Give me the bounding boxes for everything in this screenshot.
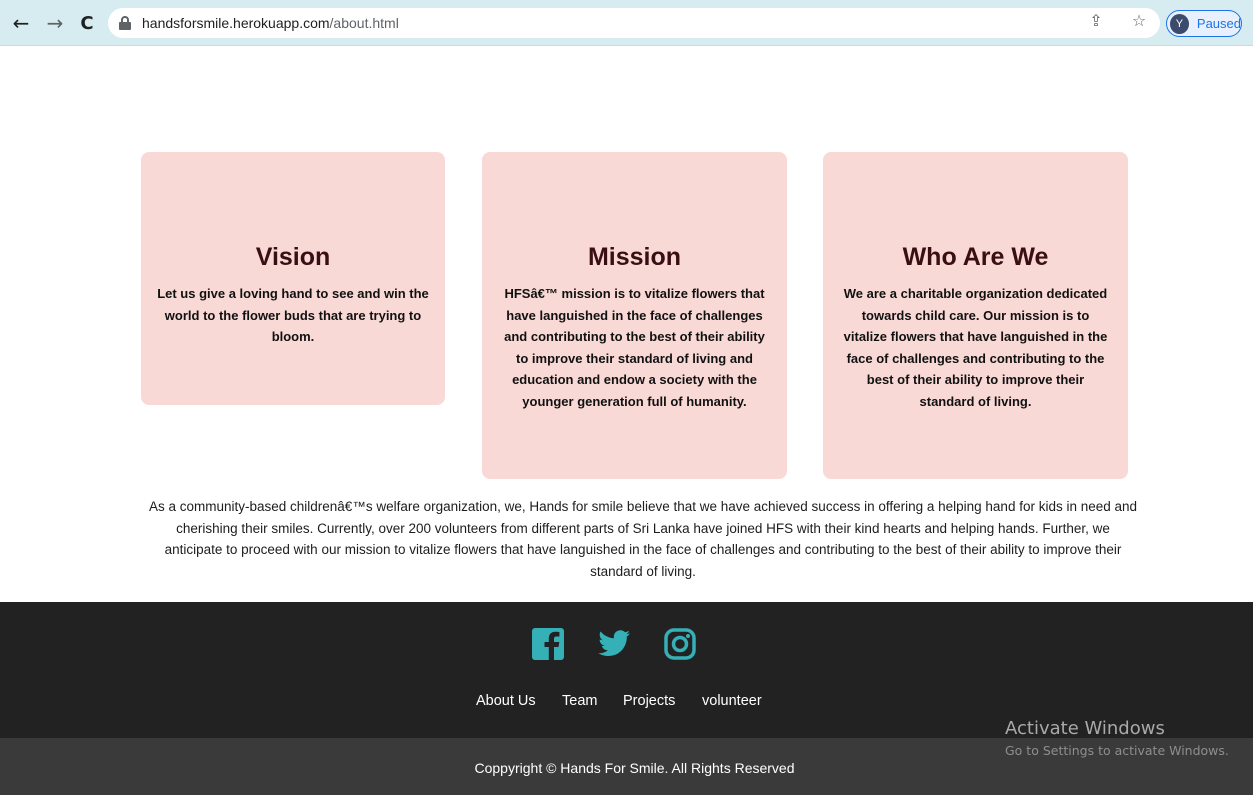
mission-card: Mission HFSâ€™ mission is to vitalize fl… <box>482 152 787 479</box>
url-path: /about.html <box>329 15 399 31</box>
star-icon: ☆ <box>1131 10 1147 30</box>
profile-status: Paused <box>1196 16 1241 31</box>
back-button[interactable]: ← <box>10 11 32 35</box>
watermark-subtitle: Go to Settings to activate Windows. <box>1005 743 1229 758</box>
bookmark-button[interactable]: ☆ <box>1125 6 1153 34</box>
footer-link-team[interactable]: Team <box>562 693 597 709</box>
address-bar[interactable]: handsforsmile.herokuapp.com/about.html <box>108 8 1160 38</box>
card-body: Let us give a loving hand to see and win… <box>157 286 429 344</box>
card-title: Vision <box>255 243 331 271</box>
footer-link-projects[interactable]: Projects <box>623 693 675 709</box>
activate-windows-watermark: Activate Windows Go to Settings to activ… <box>1005 718 1229 758</box>
profile-button[interactable]: Y Paused <box>1166 10 1242 37</box>
footer-link-about-us[interactable]: About Us <box>476 693 536 709</box>
instagram-icon[interactable] <box>662 626 698 662</box>
copyright-text: Coppyright © Hands For Smile. All Rights… <box>474 760 795 776</box>
avatar: Y <box>1170 13 1189 34</box>
forward-button[interactable]: → <box>44 11 66 35</box>
footer-link-volunteer[interactable]: volunteer <box>702 693 762 709</box>
reload-icon: C <box>80 12 94 34</box>
card-body: We are a charitable organization dedicat… <box>843 286 1108 409</box>
share-icon: ⇪ <box>1089 10 1103 30</box>
lock-icon <box>118 16 132 30</box>
vision-card: Vision Let us give a loving hand to see … <box>141 152 445 405</box>
arrow-right-icon: → <box>46 11 64 35</box>
arrow-left-icon: ← <box>12 11 30 35</box>
url-host: handsforsmile.herokuapp.com <box>142 15 330 31</box>
card-body: HFSâ€™ mission is to vitalize flowers th… <box>504 286 765 409</box>
facebook-icon[interactable] <box>530 626 566 662</box>
watermark-title: Activate Windows <box>1005 718 1165 739</box>
url-text: handsforsmile.herokuapp.com/about.html <box>142 15 399 31</box>
browser-toolbar: ← → C handsforsmile.herokuapp.com/about.… <box>0 0 1253 46</box>
about-paragraph: As a community-based childrenâ€™s welfar… <box>148 499 1138 579</box>
card-title: Mission <box>587 243 682 271</box>
card-title: Who Are We <box>902 243 1049 271</box>
reload-button[interactable]: C <box>76 12 98 34</box>
twitter-icon[interactable] <box>596 626 632 662</box>
share-button[interactable]: ⇪ <box>1082 6 1110 34</box>
who-are-we-card: Who Are We We are a charitable organizat… <box>823 152 1128 479</box>
